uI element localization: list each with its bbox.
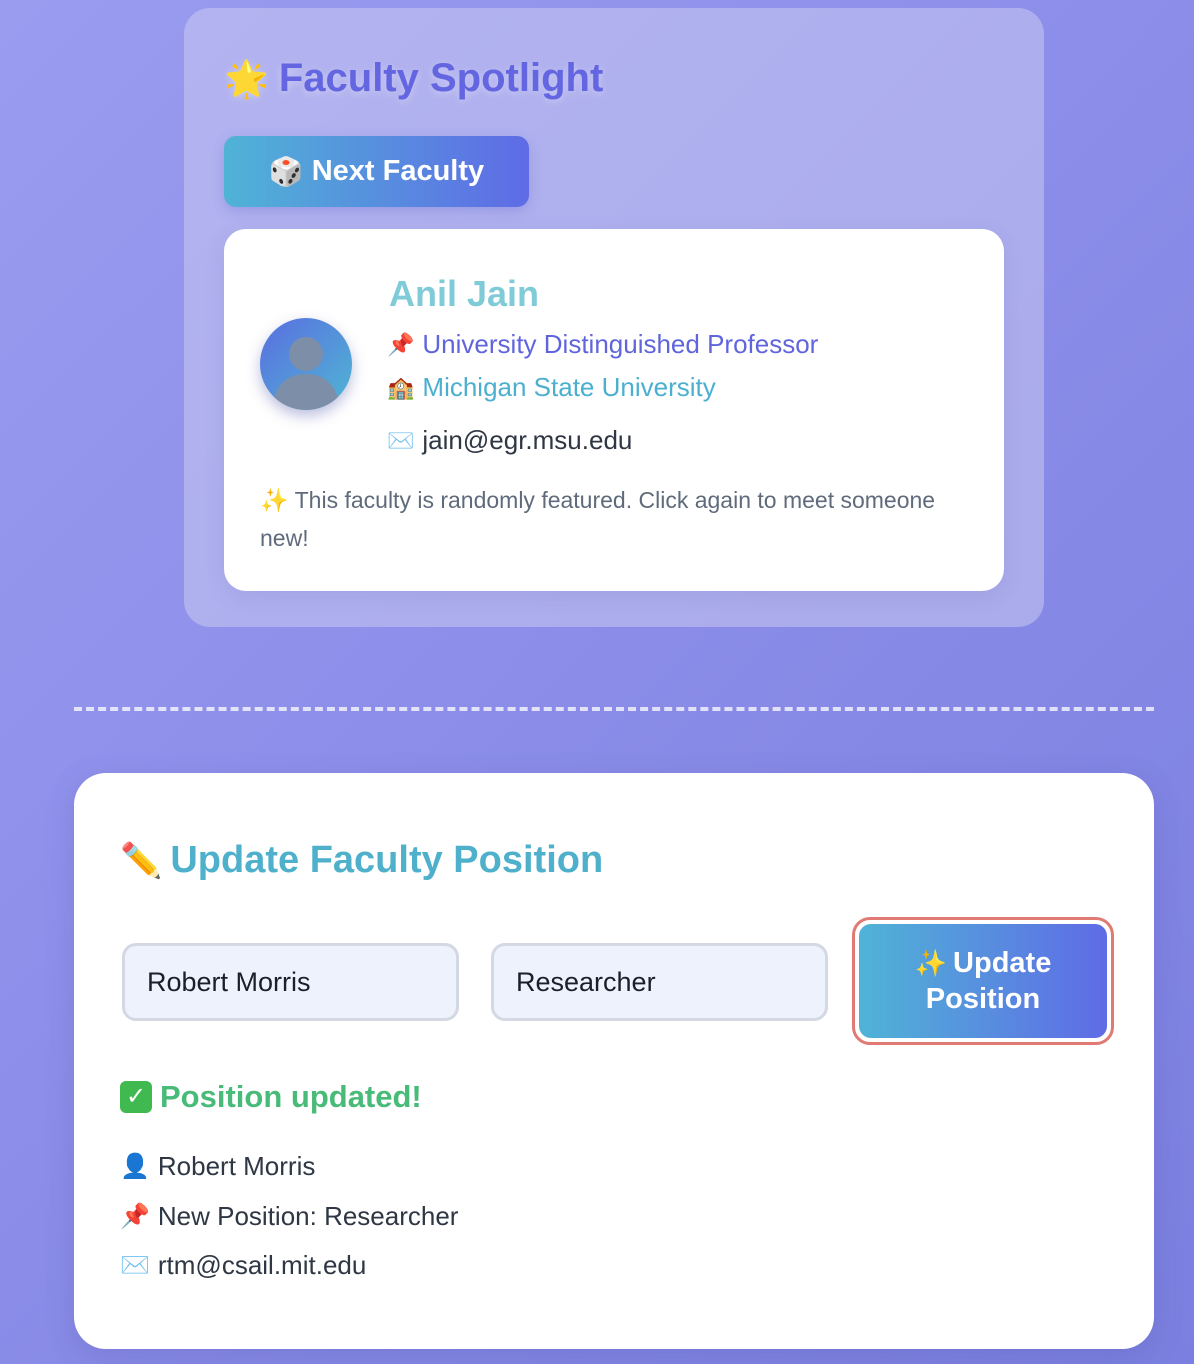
- update-button-label-1: Update: [953, 947, 1052, 979]
- faculty-university-row: 🏫 Michigan State University: [387, 372, 716, 403]
- new-position-input[interactable]: [491, 943, 828, 1021]
- user-icon: 👤: [120, 1153, 150, 1180]
- success-message: ✓ Position updated!: [120, 1079, 422, 1115]
- faculty-email: jain@egr.msu.edu: [422, 425, 633, 455]
- dice-icon: 🎲: [268, 156, 304, 187]
- spotlight-title: 🌟 Faculty Spotlight: [224, 56, 603, 101]
- pushpin-icon: 📌: [120, 1203, 150, 1230]
- success-text: Position updated!: [160, 1079, 422, 1114]
- result-position: New Position: Researcher: [157, 1201, 459, 1231]
- faculty-spotlight-panel: 🌟 Faculty Spotlight 🎲 Next Faculty Anil J…: [184, 8, 1044, 627]
- user-silhouette-icon: [272, 337, 340, 410]
- update-position-panel: ✏️ Update Faculty Position ✨Update Posit…: [74, 773, 1154, 1349]
- pencil-icon: ✏️: [120, 841, 163, 880]
- update-title-text: Update Faculty Position: [170, 839, 604, 881]
- next-faculty-button[interactable]: 🎲 Next Faculty: [224, 136, 529, 207]
- avatar: [260, 318, 352, 410]
- result-name-row: 👤 Robert Morris: [120, 1151, 315, 1182]
- section-divider: [74, 707, 1154, 711]
- faculty-title: University Distinguished Professor: [422, 329, 819, 359]
- faculty-title-row: 📌 University Distinguished Professor: [387, 329, 818, 360]
- glowing-star-icon: 🌟: [224, 58, 269, 99]
- sparkles-icon: ✨: [260, 487, 289, 513]
- featured-note: ✨ This faculty is randomly featured. Cli…: [260, 481, 960, 557]
- featured-note-text: This faculty is randomly featured. Click…: [260, 487, 936, 551]
- school-building-icon: 🏫: [387, 374, 415, 400]
- faculty-name: Anil Jain: [389, 273, 540, 314]
- envelope-icon: ✉️: [387, 427, 415, 453]
- result-email-row: ✉️ rtm@csail.mit.edu: [120, 1250, 366, 1281]
- spotlight-title-text: Faculty Spotlight: [278, 56, 604, 100]
- result-position-row: 📌 New Position: Researcher: [120, 1201, 458, 1232]
- update-button-focus-ring: ✨ Update Position: [852, 917, 1114, 1045]
- result-name: Robert Morris: [157, 1151, 316, 1181]
- faculty-card: Anil Jain 📌 University Distinguished Pro…: [224, 229, 1004, 591]
- faculty-name-input[interactable]: [122, 943, 459, 1021]
- pushpin-icon: 📌: [387, 331, 415, 357]
- envelope-icon: ✉️: [120, 1252, 150, 1279]
- next-faculty-label: Next Faculty: [311, 155, 485, 187]
- faculty-university: Michigan State University: [422, 372, 716, 402]
- result-email: rtm@csail.mit.edu: [157, 1250, 367, 1280]
- update-position-button[interactable]: ✨ Update Position: [859, 924, 1107, 1038]
- update-button-line-1: ✨ Update: [915, 945, 1052, 981]
- update-button-label-2: Position: [925, 983, 1041, 1015]
- update-title: ✏️ Update Faculty Position: [120, 839, 603, 882]
- check-mark-icon: ✓: [120, 1081, 152, 1113]
- faculty-email-row: ✉️ jain@egr.msu.edu: [387, 425, 632, 456]
- sparkles-icon: ✨: [914, 948, 948, 978]
